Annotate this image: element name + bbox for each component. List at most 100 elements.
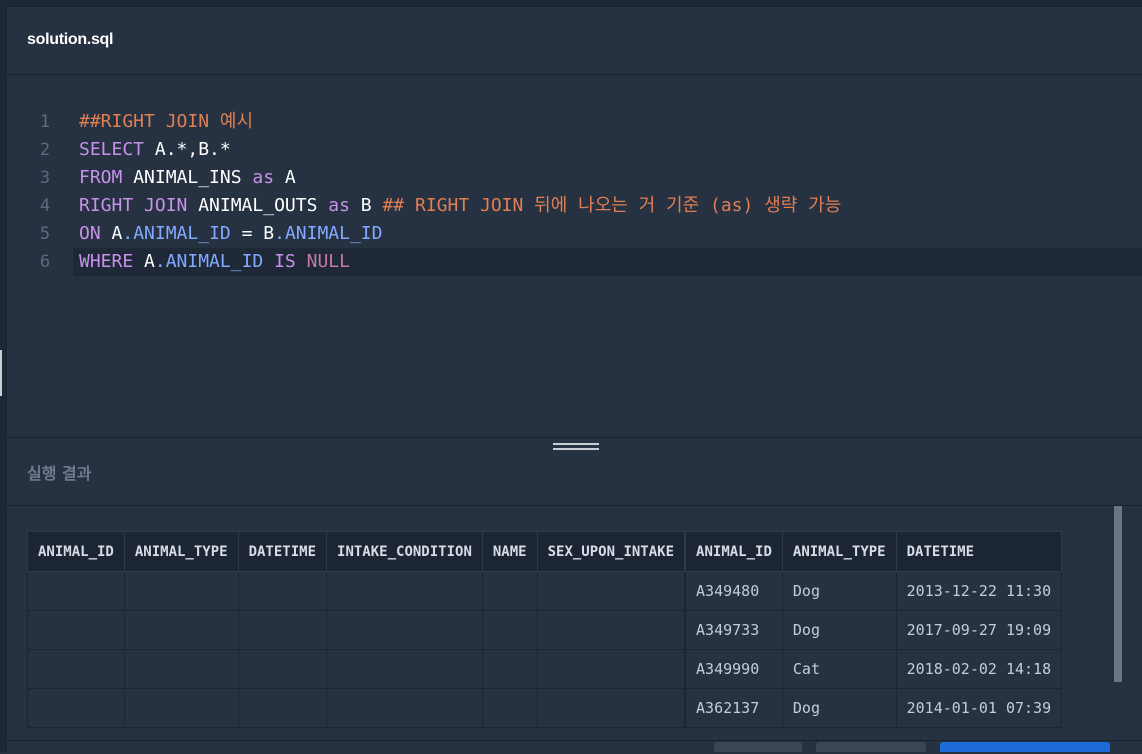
- code-token: IS: [274, 251, 296, 272]
- code-text: RIGHT JOIN ANIMAL_OUTS as B ## RIGHT JOI…: [79, 192, 841, 220]
- table-cell: Dog: [781, 571, 897, 611]
- line-number: 1: [39, 112, 51, 132]
- file-tab-header: solution.sql: [7, 7, 1142, 75]
- code-text: ##RIGHT JOIN 예시: [79, 108, 253, 136]
- code-token: WHERE: [79, 251, 134, 272]
- line-number: 6: [39, 252, 51, 272]
- table-cell: 2017-09-27 19:09: [895, 610, 1063, 650]
- table-cell: [237, 571, 328, 611]
- code-token: as: [328, 195, 350, 216]
- results-table-container[interactable]: ANIMAL_ID ANIMAL_TYPE DATETIME INTAKE_CONDI…: [27, 531, 1117, 729]
- code-editor[interactable]: 1 ##RIGHT JOIN 예시 2 SELECT A.*,B.* 3 FROM ANI…: [7, 75, 1142, 438]
- table-cell: 2018-02-02 14:18: [895, 649, 1063, 689]
- table-cell: [123, 610, 239, 650]
- code-line[interactable]: 4 RIGHT JOIN ANIMAL_OUTS as B ## RIGHT JO…: [7, 192, 1142, 220]
- column-header[interactable]: SEX_UPON_INTAKE: [536, 531, 686, 572]
- column-header[interactable]: ANIMAL_TYPE: [781, 531, 897, 572]
- code-line[interactable]: 5 ON A.ANIMAL_ID = B.ANIMAL_ID: [7, 220, 1142, 248]
- table-cell: [27, 688, 125, 728]
- table-cell: [536, 688, 686, 728]
- code-text: SELECT A.*,B.*: [79, 136, 231, 164]
- table-cell: Cat: [781, 649, 897, 689]
- table-cell: [237, 649, 328, 689]
- table-row[interactable]: A349990 Cat 2018-02-02 14:18: [27, 649, 1063, 689]
- code-text: FROM ANIMAL_INS as A: [79, 164, 296, 192]
- table-cell: [326, 571, 483, 611]
- table-cell: Dog: [781, 688, 897, 728]
- column-header[interactable]: ANIMAL_ID: [27, 531, 125, 572]
- table-cell: 2013-12-22 11:30: [895, 571, 1063, 611]
- column-header[interactable]: DATETIME: [237, 531, 328, 572]
- action-button-2[interactable]: [816, 742, 926, 752]
- table-cell: [27, 649, 125, 689]
- table-cell: [481, 571, 538, 611]
- line-number: 2: [39, 140, 51, 160]
- column-header[interactable]: DATETIME: [895, 531, 1063, 572]
- column-header[interactable]: ANIMAL_TYPE: [123, 531, 239, 572]
- table-cell: [536, 571, 686, 611]
- code-token: ON: [79, 223, 101, 244]
- line-number: 4: [39, 196, 51, 216]
- action-button-1[interactable]: [714, 742, 802, 752]
- table-cell: Dog: [781, 610, 897, 650]
- code-text: WHERE A.ANIMAL_ID IS NULL: [79, 248, 350, 276]
- code-token: = B: [230, 223, 275, 244]
- code-token: .ANIMAL_ID: [154, 251, 264, 272]
- table-cell: [237, 688, 328, 728]
- line-number: 3: [39, 168, 51, 188]
- table-cell: A362137: [684, 688, 783, 728]
- column-header[interactable]: NAME: [481, 531, 538, 572]
- table-cell: A349990: [684, 649, 783, 689]
- table-cell: [481, 688, 538, 728]
- table-cell: [237, 610, 328, 650]
- code-token: A: [100, 223, 123, 244]
- table-row[interactable]: A362137 Dog 2014-01-01 07:39: [27, 688, 1063, 728]
- table-cell: [27, 610, 125, 650]
- code-token: FROM: [79, 167, 123, 188]
- table-cell: [326, 610, 483, 650]
- results-table: ANIMAL_ID ANIMAL_TYPE DATETIME INTAKE_CONDI…: [27, 531, 1063, 728]
- table-cell: [27, 571, 125, 611]
- code-token: RIGHT JOIN: [79, 195, 188, 216]
- code-token: ANIMAL_OUTS: [187, 195, 329, 216]
- table-cell: [123, 571, 239, 611]
- table-cell: [536, 610, 686, 650]
- table-row[interactable]: A349480 Dog 2013-12-22 11:30: [27, 571, 1063, 611]
- results-header: 실행 결과: [7, 438, 1142, 506]
- table-cell: [481, 649, 538, 689]
- code-line[interactable]: 2 SELECT A.*,B.*: [7, 136, 1142, 164]
- column-header[interactable]: ANIMAL_ID: [684, 531, 783, 572]
- table-cell: A349733: [684, 610, 783, 650]
- code-token: NULL: [306, 251, 350, 272]
- code-line[interactable]: 6 WHERE A.ANIMAL_ID IS NULL: [7, 248, 1142, 276]
- code-token: SELECT: [79, 139, 145, 160]
- results-vertical-scrollbar[interactable]: [1114, 506, 1122, 682]
- submit-button[interactable]: [940, 742, 1110, 752]
- column-header[interactable]: INTAKE_CONDITION: [326, 531, 483, 572]
- table-cell: [123, 649, 239, 689]
- code-line[interactable]: 3 FROM ANIMAL_INS as A: [7, 164, 1142, 192]
- table-cell: [481, 610, 538, 650]
- code-token: A: [133, 251, 155, 272]
- file-name-tab[interactable]: solution.sql: [27, 31, 113, 49]
- left-panel-resize-handle[interactable]: [0, 350, 2, 396]
- code-token: A.*,B.*: [144, 139, 231, 160]
- table-cell: [123, 688, 239, 728]
- table-cell: [326, 688, 483, 728]
- code-token: .ANIMAL_ID: [122, 223, 231, 244]
- table-row[interactable]: A349733 Dog 2017-09-27 19:09: [27, 610, 1063, 650]
- code-line[interactable]: 1 ##RIGHT JOIN 예시: [7, 108, 1142, 136]
- line-number: 5: [39, 224, 51, 244]
- table-cell: [536, 649, 686, 689]
- code-token: as: [252, 167, 275, 188]
- code-text: ON A.ANIMAL_ID = B.ANIMAL_ID: [79, 220, 382, 248]
- results-title: 실행 결과: [27, 464, 92, 483]
- code-token: ANIMAL_INS: [122, 167, 253, 188]
- table-cell: 2014-01-01 07:39: [895, 688, 1063, 728]
- table-cell: [326, 649, 483, 689]
- code-token: A: [274, 167, 296, 188]
- table-header-row: ANIMAL_ID ANIMAL_TYPE DATETIME INTAKE_CONDI…: [27, 531, 1063, 572]
- code-token: ##RIGHT JOIN 예시: [79, 111, 253, 132]
- code-token: ## RIGHT JOIN 뒤에 나오는 거 기준 (as) 생략 가능: [382, 195, 842, 216]
